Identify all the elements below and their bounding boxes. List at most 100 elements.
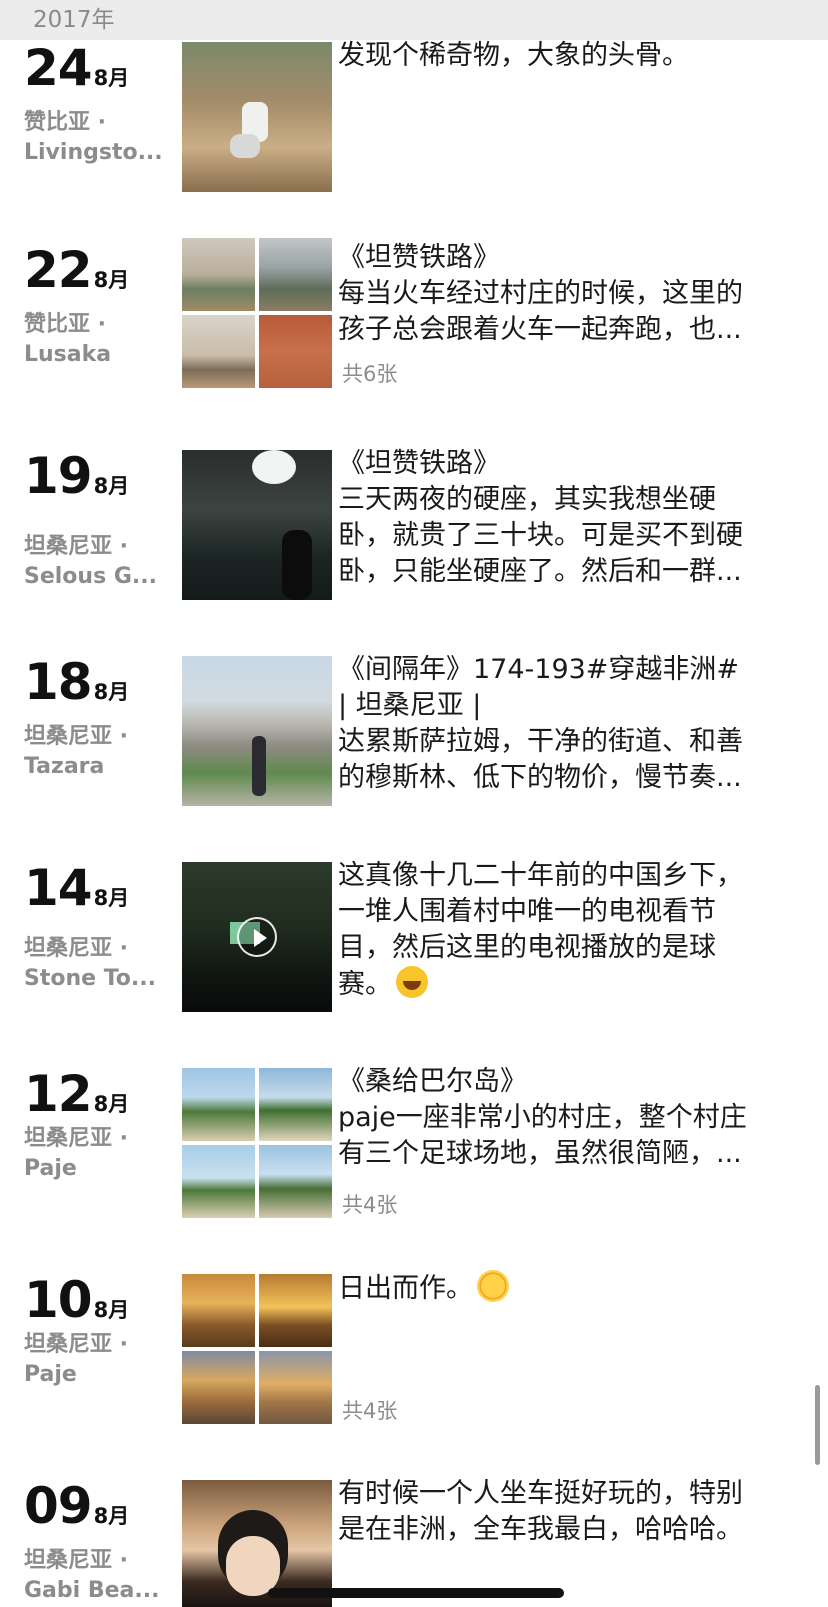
photo-tile[interactable] — [259, 1351, 332, 1424]
post-day: 22 — [24, 241, 93, 299]
post-text-line: 目，然后这里的电视播放的是球 — [338, 932, 716, 963]
photo-count: 共6张 — [342, 362, 398, 386]
post-text: 《间隔年》174-193#穿越非洲# | 坦桑尼亚 | 达累斯萨拉姆，干净的街道… — [338, 652, 808, 796]
photo-tile[interactable] — [182, 315, 255, 388]
photo-tile[interactable] — [182, 1145, 255, 1218]
post-date: 108月 — [24, 1270, 129, 1330]
location-country: 坦桑尼亚 · — [24, 936, 129, 961]
post-photo-grid[interactable] — [182, 238, 332, 388]
year-header: 2017年 — [0, 0, 828, 40]
photo-count: 共4张 — [342, 1399, 398, 1423]
post-location: 坦桑尼亚 · Stone To... — [24, 934, 164, 994]
post-text-line: paje一座非常小的村庄，整个村庄 — [338, 1102, 747, 1133]
post-photo[interactable] — [182, 42, 332, 192]
post-text: 有时候一个人坐车挺好玩的，特别 是在非洲，全车我最白，哈哈哈。 — [338, 1476, 808, 1548]
post-entry[interactable]: 108月 坦桑尼亚 · Paje 日出而作。 共4张 — [0, 1270, 828, 1424]
post-location: 赞比亚 · Lusaka — [24, 310, 164, 370]
post-location: 坦桑尼亚 · Tazara — [24, 722, 164, 782]
post-location: 坦桑尼亚 · Paje — [24, 1124, 164, 1184]
post-text-line: 有三个足球场地，虽然很简陋，... — [338, 1138, 742, 1169]
location-country: 坦桑尼亚 · — [24, 1126, 129, 1151]
photo-tile[interactable] — [259, 315, 332, 388]
location-city: Gabi Bea... — [24, 1578, 160, 1603]
post-text-line: 发现个稀奇物，大象的头骨。 — [338, 40, 689, 71]
post-month: 8月 — [93, 1298, 130, 1322]
post-text-line: 《坦赞铁路》 — [338, 242, 500, 273]
post-text-line: 《桑给巴尔岛》 — [338, 1066, 527, 1097]
scrollbar[interactable] — [815, 1385, 820, 1465]
post-day: 09 — [24, 1477, 93, 1535]
post-text: 《坦赞铁路》 三天两夜的硬座，其实我想坐硬 卧，就贵了三十块。可是买不到硬 卧，… — [338, 446, 808, 590]
photo-tile[interactable] — [182, 238, 255, 311]
post-entry[interactable]: 148月 坦桑尼亚 · Stone To... 这真像十几二十年前的中国乡下， … — [0, 858, 828, 1012]
post-day: 19 — [24, 447, 93, 505]
post-photo-grid[interactable] — [182, 1274, 332, 1424]
post-day: 24 — [24, 39, 93, 97]
photo-tile[interactable] — [182, 1274, 255, 1347]
sun-face-icon — [477, 1270, 509, 1302]
post-text-line: 三天两夜的硬座，其实我想坐硬 — [338, 484, 716, 515]
post-text-line: 《坦赞铁路》 — [338, 448, 500, 479]
post-date: 098月 — [24, 1476, 129, 1536]
post-text: 《坦赞铁路》 每当火车经过村庄的时候，这里的 孩子总会跟着火车一起奔跑，也... — [338, 240, 808, 348]
post-month: 8月 — [93, 474, 130, 498]
post-text-line: 的穆斯林、低下的物价，慢节奏... — [338, 762, 742, 793]
post-text-line: 孩子总会跟着火车一起奔跑，也... — [338, 314, 742, 345]
post-date: 188月 — [24, 652, 129, 712]
post-text-line: 每当火车经过村庄的时候，这里的 — [338, 278, 743, 309]
post-date: 128月 — [24, 1064, 129, 1124]
location-country: 坦桑尼亚 · — [24, 534, 129, 559]
post-day: 18 — [24, 653, 93, 711]
post-location: 赞比亚 · Livingsto... — [24, 108, 164, 168]
location-city: Tazara — [24, 754, 105, 779]
post-month: 8月 — [93, 1504, 130, 1528]
post-entry[interactable]: 228月 赞比亚 · Lusaka 《坦赞铁路》 每当火车经过村庄的时候，这里的… — [0, 238, 828, 390]
location-country: 赞比亚 · — [24, 110, 107, 135]
post-text-line-body: 日出而作。 — [338, 1273, 473, 1304]
post-entry[interactable]: 128月 坦桑尼亚 · Paje 《桑给巴尔岛》 paje一座非常小的村庄，整个… — [0, 1064, 828, 1218]
post-text: 《桑给巴尔岛》 paje一座非常小的村庄，整个村庄 有三个足球场地，虽然很简陋，… — [338, 1064, 808, 1172]
post-entry[interactable]: 248月 赞比亚 · Livingsto... 发现个稀奇物，大象的头骨。 — [0, 38, 828, 192]
post-photo-grid[interactable] — [182, 1068, 332, 1218]
post-text-line: | 坦桑尼亚 | — [338, 690, 482, 721]
post-entry[interactable]: 188月 坦桑尼亚 · Tazara 《间隔年》174-193#穿越非洲# | … — [0, 652, 828, 806]
location-country: 坦桑尼亚 · — [24, 1332, 129, 1357]
post-day: 14 — [24, 859, 93, 917]
post-date: 248月 — [24, 38, 129, 98]
post-text-line: 卧，只能坐硬座了。然后和一群... — [338, 556, 742, 587]
photo-tile[interactable] — [259, 1145, 332, 1218]
laughing-tears-icon — [396, 966, 428, 998]
post-text-line: 《间隔年》174-193#穿越非洲# — [338, 654, 740, 685]
post-photo[interactable] — [182, 450, 332, 600]
home-indicator[interactable] — [268, 1588, 564, 1598]
post-text-line: 日出而作。 — [338, 1270, 808, 1307]
photo-tile[interactable] — [182, 1351, 255, 1424]
post-date: 228月 — [24, 240, 129, 300]
post-month: 8月 — [93, 680, 130, 704]
post-date: 148月 — [24, 858, 129, 918]
post-text-line: 一堆人围着村中唯一的电视看节 — [338, 896, 716, 927]
post-photo[interactable] — [182, 656, 332, 806]
photo-tile[interactable] — [182, 1068, 255, 1141]
play-icon[interactable] — [237, 917, 277, 957]
photo-tile[interactable] — [259, 1274, 332, 1347]
post-day: 12 — [24, 1065, 93, 1123]
photo-count: 共4张 — [342, 1193, 398, 1217]
location-city: Paje — [24, 1156, 77, 1181]
location-city: Paje — [24, 1362, 77, 1387]
post-entry[interactable]: 198月 坦桑尼亚 · Selous G... 《坦赞铁路》 三天两夜的硬座，其… — [0, 446, 828, 600]
post-location: 坦桑尼亚 · Gabi Bea... — [24, 1546, 164, 1606]
post-text-line: 有时候一个人坐车挺好玩的，特别 — [338, 1478, 743, 1509]
post-month: 8月 — [93, 66, 130, 90]
post-text-line-end: 赛。 — [338, 969, 392, 1000]
photo-tile[interactable] — [259, 1068, 332, 1141]
location-country: 坦桑尼亚 · — [24, 1548, 129, 1573]
photo-tile[interactable] — [259, 238, 332, 311]
post-text: 这真像十几二十年前的中国乡下， 一堆人围着村中唯一的电视看节 目，然后这里的电视… — [338, 858, 808, 1003]
location-city: Livingsto... — [24, 140, 163, 165]
post-month: 8月 — [93, 268, 130, 292]
post-video[interactable] — [182, 862, 332, 1012]
post-day: 10 — [24, 1271, 93, 1329]
post-date: 198月 — [24, 446, 129, 506]
post-text-line: 赛。 — [338, 966, 808, 1003]
